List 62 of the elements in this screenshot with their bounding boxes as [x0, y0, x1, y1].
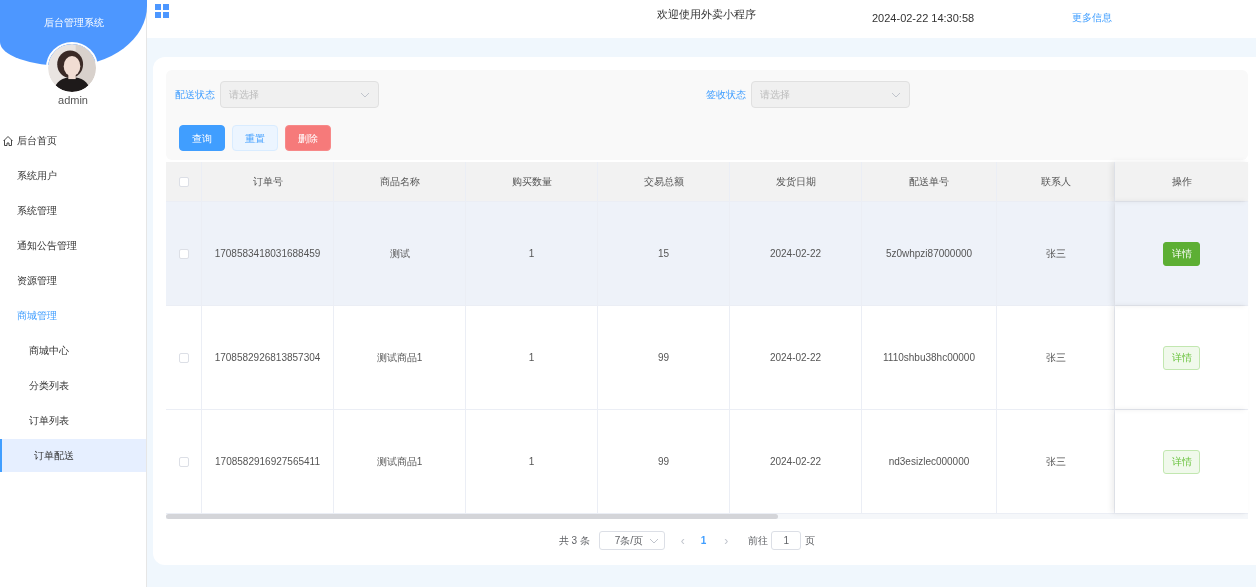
- sidebar-item[interactable]: 资源管理: [0, 264, 146, 297]
- sidebar-item[interactable]: 系统用户: [0, 159, 146, 192]
- total-count: 共 3 条: [558, 534, 590, 548]
- table-cell-text: 1: [528, 247, 535, 261]
- table-cell-text: 测试商品1: [376, 351, 423, 365]
- sidebar-item[interactable]: 后台首页: [0, 124, 146, 157]
- sidebar-item[interactable]: 分类列表: [0, 369, 146, 402]
- table-cell-text: 测试商品1: [376, 455, 423, 469]
- sidebar-item[interactable]: 订单配送: [0, 439, 146, 472]
- table-cell-text: 测试: [389, 247, 410, 261]
- page-size-select[interactable]: 7条/页: [598, 531, 665, 550]
- table-cell-text: 99: [657, 455, 670, 469]
- sidebar-item[interactable]: 通知公告管理: [0, 229, 146, 262]
- page-input[interactable]: 1: [771, 531, 802, 550]
- table-cell-text: 1: [528, 351, 535, 365]
- page-suffix: 页: [805, 534, 816, 548]
- table-cell-text: 2024-02-22: [769, 351, 822, 365]
- table-row[interactable]: 1708582926813857304 测试商品1 1 99 2024-02-22 1110shbu38hc00000 张三 详情: [166, 306, 1248, 410]
- column-header: 商品名称: [334, 162, 466, 201]
- goto-label: 前往: [748, 534, 769, 548]
- grid-icon[interactable]: [155, 4, 169, 18]
- column-header: 购买数量: [466, 162, 598, 201]
- chevron-down-icon: [891, 91, 901, 98]
- table-cell-text: 1708582916927565411: [215, 455, 320, 469]
- app-title: 后台管理系统: [43, 16, 104, 30]
- column-header: 联系人: [997, 162, 1115, 201]
- sidebar-item[interactable]: 订单列表: [0, 404, 146, 437]
- home-icon: [2, 134, 14, 147]
- column-header: 订单号: [202, 162, 334, 201]
- row-checkbox[interactable]: [178, 248, 189, 259]
- table-row[interactable]: 1708582916927565411 测试商品1 1 99 2024-02-22 nd3esizlec000000 张三 详情: [166, 410, 1248, 514]
- row-checkbox[interactable]: [178, 456, 189, 467]
- table-cell-text: 张三: [1045, 455, 1066, 469]
- table-row[interactable]: 1708583418031688459 测试 1 15 2024-02-22 5z0whpzi87000000 张三 详情: [166, 202, 1248, 306]
- table-cell-text: 2024-02-22: [769, 247, 822, 261]
- table-cell-text: 1708583418031688459: [214, 247, 321, 261]
- column-header: 操作: [1115, 162, 1248, 201]
- column-header: 配送单号: [862, 162, 997, 201]
- filter-label: 配送状态: [175, 88, 215, 102]
- sidebar-item[interactable]: 系统管理: [0, 194, 146, 227]
- table-cell-text: 2024-02-22: [769, 455, 822, 469]
- column-header: 发货日期: [730, 162, 862, 201]
- horizontal-scrollbar[interactable]: [166, 514, 1248, 519]
- table-cell-text: 99: [657, 351, 670, 365]
- select-all-checkbox[interactable]: [178, 176, 189, 187]
- column-header: 交易总额: [598, 162, 730, 201]
- table-cell-text: 5z0whpzi87000000: [885, 247, 973, 261]
- table-cell-text: 张三: [1045, 351, 1066, 365]
- date-time: 2024-02-22 14:30:58: [872, 11, 975, 26]
- table-cell-text: 1: [528, 455, 535, 469]
- table-cell-text: nd3esizlec000000: [888, 455, 970, 469]
- table-cell-text: 1110shbu38hc00000: [883, 351, 975, 365]
- filter-label: 签收状态: [706, 88, 746, 102]
- table-cell-text: 15: [657, 247, 670, 261]
- chevron-down-icon: [648, 537, 659, 544]
- row-checkbox[interactable]: [178, 352, 189, 363]
- chevron-down-icon: [360, 91, 370, 98]
- user-name: admin: [57, 95, 89, 106]
- welcome-title: 欢迎使用外卖小程序: [657, 7, 756, 22]
- table-cell-text: 1708582926813857304: [214, 351, 321, 365]
- table-cell-text: 张三: [1045, 247, 1066, 261]
- sidebar-item[interactable]: 商城中心: [0, 334, 146, 367]
